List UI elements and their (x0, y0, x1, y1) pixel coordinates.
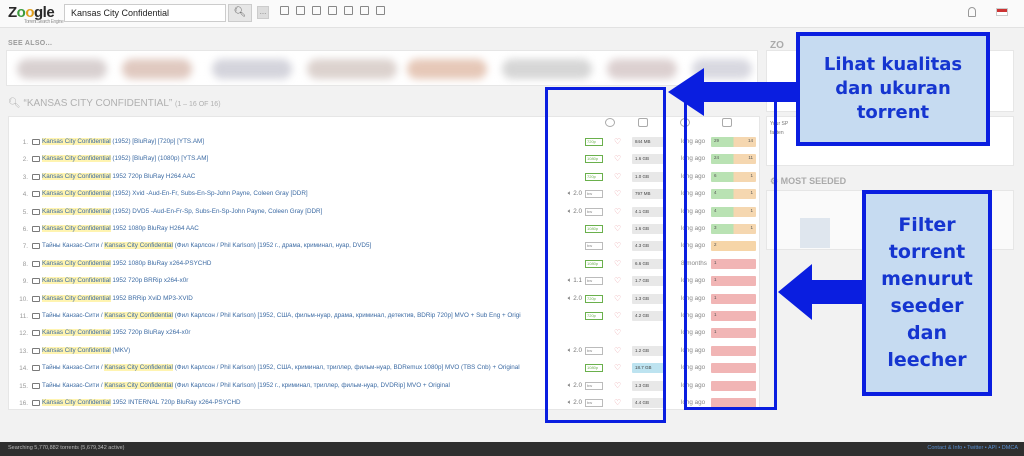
games-icon[interactable] (312, 6, 321, 15)
app-window: Zoogle Torrent Search Engine Kansas City… (0, 0, 1024, 456)
torrent-title-link[interactable]: Тайны Канзас-Сити / Kansas City Confiden… (42, 242, 371, 250)
related-thumb[interactable] (17, 59, 107, 79)
magnet-icon[interactable] (32, 243, 40, 250)
movies-icon[interactable] (280, 6, 289, 15)
row-number: 6. (22, 226, 28, 233)
row-number: 8. (22, 260, 28, 268)
row-number: 10. (19, 295, 28, 303)
row-number: 16. (19, 400, 28, 407)
magnet-icon[interactable] (32, 365, 40, 372)
magnet-icon[interactable] (32, 260, 40, 267)
quality-arrow (668, 68, 796, 116)
most-seeded-title: ⚙︎ MOST SEEDED (770, 176, 847, 186)
logo-tagline: Torrent Search Engine (24, 19, 64, 25)
row-number: 14. (19, 365, 28, 373)
related-thumb[interactable] (307, 59, 397, 79)
torrent-title-link[interactable]: Тайны Канзас-Сити / Kansas City Confiden… (42, 364, 520, 372)
torrent-title-link[interactable]: Kansas City Confidential (1952) [BluRay]… (42, 138, 204, 145)
top-bar: Zoogle Torrent Search Engine Kansas City… (0, 0, 1024, 28)
row-number: 4. (22, 191, 28, 199)
user-icon[interactable] (968, 7, 976, 17)
magnet-icon[interactable] (32, 295, 40, 302)
search-button[interactable]: 🔍︎ (228, 4, 252, 22)
footer-bar: Searching 5,770,882 torrents (5,679,342 … (0, 442, 1024, 456)
see-also-label: SEE ALSO... (8, 40, 53, 47)
language-flag-icon[interactable] (996, 8, 1008, 16)
row-number: 5. (22, 208, 28, 216)
related-thumb[interactable] (407, 59, 487, 79)
magnet-icon[interactable] (32, 400, 40, 406)
row-number: 7. (22, 243, 28, 251)
more-options-button[interactable]: … (257, 6, 269, 19)
magnet-icon[interactable] (32, 139, 40, 145)
torrent-title-link[interactable]: Тайны Канзас-Сити / Kansas City Confiden… (42, 312, 521, 319)
footer-links[interactable]: Contact & Info • Twitter • API • DMCA (927, 445, 1018, 451)
magnet-icon[interactable] (32, 382, 40, 389)
torrent-title-link[interactable]: Kansas City Confidential (1952) [BluRay]… (42, 155, 208, 163)
filter-callout: Filter torrent menurut seeder dan leeche… (862, 190, 992, 396)
related-thumb[interactable] (122, 59, 192, 79)
apps-icon[interactable] (328, 6, 337, 15)
related-thumb[interactable] (212, 59, 292, 79)
see-also-strip (6, 50, 758, 86)
quality-size-highlight (545, 87, 666, 423)
magnet-icon[interactable] (32, 156, 40, 163)
zooqle-logo[interactable]: Zoogle Torrent Search Engine (8, 4, 64, 25)
results-count: (1 – 16 OF 16) (175, 101, 221, 108)
torrent-title-link[interactable]: Kansas City Confidential (MKV) (42, 346, 130, 354)
results-title: 🔍︎ “KANSAS CITY CONFIDENTIAL” (1 – 16 OF… (8, 98, 221, 109)
torrent-title-link[interactable]: Kansas City Confidential (1952) DVD5 -Au… (42, 207, 322, 215)
seeder-leecher-highlight (684, 87, 777, 410)
torrent-title-link[interactable]: Kansas City Confidential 1952 INTERNAL 7… (42, 399, 241, 406)
magnet-icon[interactable] (32, 226, 40, 232)
row-number: 15. (19, 382, 28, 390)
more-icon[interactable] (376, 6, 385, 15)
magnet-icon[interactable] (32, 208, 40, 215)
torrent-title-link[interactable]: Тайны Канзас-Сити / Kansas City Confiden… (42, 381, 450, 389)
torrent-title-link[interactable]: Kansas City Confidential 1952 BRRip XviD… (42, 294, 193, 302)
torrent-title-link[interactable]: Kansas City Confidential 1952 1080p BluR… (42, 225, 199, 232)
row-number: 3. (22, 173, 28, 181)
torrent-stats: Searching 5,770,882 torrents (5,679,342 … (8, 445, 125, 451)
category-icons (280, 6, 385, 15)
music-icon[interactable] (344, 6, 353, 15)
row-number: 1. (22, 139, 28, 146)
row-number: 2. (22, 156, 28, 164)
torrent-title-link[interactable]: Kansas City Confidential 1952 720p BRRip… (42, 277, 188, 285)
magnet-icon[interactable] (32, 330, 40, 337)
torrent-title-link[interactable]: Kansas City Confidential 1952 720p BluRa… (42, 172, 195, 180)
magnet-icon[interactable] (32, 173, 40, 180)
magnet-icon[interactable] (32, 191, 40, 198)
search-input[interactable]: Kansas City Confidential (64, 4, 226, 22)
magnet-icon[interactable] (32, 347, 40, 354)
torrent-title-link[interactable]: Kansas City Confidential 1952 720p BluRa… (42, 329, 190, 337)
filter-arrow (778, 264, 862, 320)
row-number: 13. (19, 347, 28, 355)
tv-icon[interactable] (296, 6, 305, 15)
row-number: 11. (19, 313, 28, 320)
related-thumb[interactable] (607, 59, 677, 79)
search-icon: 🔍︎ (233, 7, 247, 18)
torrent-title-link[interactable]: Kansas City Confidential 1952 1080p BluR… (42, 259, 211, 267)
row-number: 9. (22, 278, 28, 286)
magnet-icon[interactable] (32, 278, 40, 285)
magnet-icon[interactable] (32, 313, 40, 319)
row-number: 12. (19, 330, 28, 338)
related-thumb[interactable] (502, 59, 592, 79)
most-seeded-thumb[interactable] (800, 218, 830, 248)
torrent-title-link[interactable]: Kansas City Confidential (1952) Xvid -Au… (42, 190, 308, 198)
quality-callout: Lihat kualitas dan ukuran torrent (796, 32, 990, 146)
chat-icon[interactable] (360, 6, 369, 15)
